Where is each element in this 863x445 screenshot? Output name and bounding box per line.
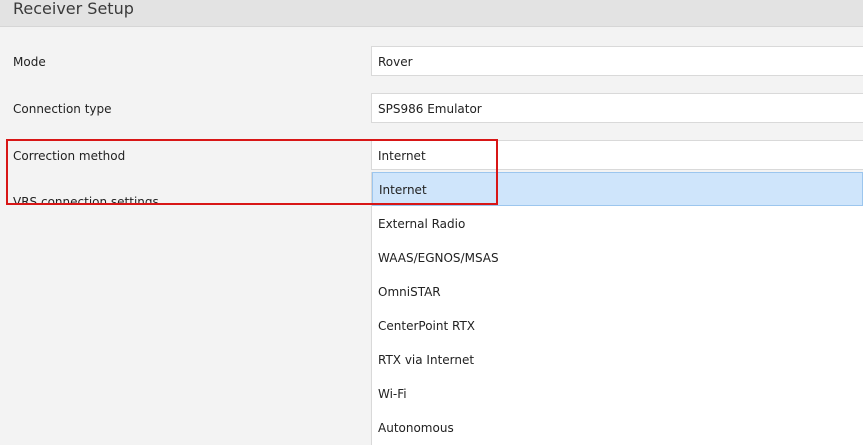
mode-select[interactable]: Rover — [371, 46, 863, 76]
option-label: Internet — [379, 183, 427, 197]
mode-value: Rover — [378, 55, 413, 69]
connection-type-value: SPS986 Emulator — [378, 102, 482, 116]
correction-method-dropdown: Internet External Radio WAAS/EGNOS/MSAS … — [371, 172, 863, 445]
option-label: External Radio — [378, 217, 466, 231]
connection-type-select[interactable]: SPS986 Emulator — [371, 93, 863, 123]
option-label: RTX via Internet — [378, 353, 475, 367]
correction-method-label: Correction method — [13, 149, 126, 163]
dropdown-option-autonomous[interactable]: Autonomous — [372, 411, 863, 445]
dropdown-option-omnistar[interactable]: OmniSTAR — [372, 275, 863, 309]
mode-label: Mode — [13, 55, 46, 69]
dropdown-option-waas-egnos-msas[interactable]: WAAS/EGNOS/MSAS — [372, 241, 863, 275]
option-label: OmniSTAR — [378, 285, 441, 299]
connection-type-label: Connection type — [13, 102, 112, 116]
option-label: CenterPoint RTX — [378, 319, 476, 333]
dropdown-option-internet[interactable]: Internet — [372, 172, 863, 206]
vrs-connection-settings-label[interactable]: VRS connection settings — [13, 194, 159, 203]
page-title: Receiver Setup — [13, 0, 134, 18]
correction-method-select[interactable]: Internet — [371, 140, 863, 170]
option-label: Autonomous — [378, 421, 454, 435]
option-label: Wi-Fi — [378, 387, 407, 401]
correction-method-value: Internet — [378, 149, 426, 163]
dropdown-option-external-radio[interactable]: External Radio — [372, 207, 863, 241]
option-label: WAAS/EGNOS/MSAS — [378, 251, 499, 265]
dropdown-option-wi-fi[interactable]: Wi-Fi — [372, 377, 863, 411]
dropdown-option-rtx-via-internet[interactable]: RTX via Internet — [372, 343, 863, 377]
dropdown-option-centerpoint-rtx[interactable]: CenterPoint RTX — [372, 309, 863, 343]
page-header: Receiver Setup — [0, 0, 863, 27]
